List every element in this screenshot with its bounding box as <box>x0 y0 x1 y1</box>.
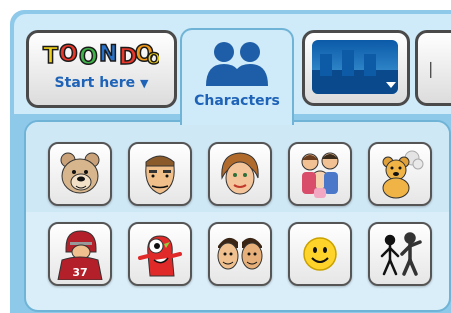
bear-face-icon <box>60 152 100 194</box>
teddy-bear-icon <box>382 150 424 199</box>
svg-text:O: O <box>59 42 78 67</box>
two-faces-icon <box>217 237 263 270</box>
stick-figures-icon <box>380 232 422 276</box>
football-player-character-button[interactable]: 37 <box>48 222 112 286</box>
start-here-text: Start here <box>54 75 136 91</box>
red-monster-character-button[interactable] <box>128 222 192 286</box>
people-icon <box>206 42 268 86</box>
red-monster-icon <box>138 235 182 277</box>
svg-text:N: N <box>99 42 117 67</box>
dropdown-arrow-icon: ▼ <box>139 77 149 90</box>
bear-character-button[interactable] <box>48 142 112 206</box>
stick-figures-character-button[interactable] <box>368 222 432 286</box>
props-button[interactable]: ❘ <box>415 30 451 106</box>
start-here-label: Start here ▼ <box>29 75 174 91</box>
woman-face-icon <box>221 152 259 195</box>
props-icon: ❘ <box>424 59 438 78</box>
svg-text:O: O <box>147 49 159 68</box>
two-faces-character-button[interactable] <box>208 222 272 286</box>
family-character-button[interactable] <box>288 142 352 206</box>
background-picker-button[interactable] <box>302 30 410 106</box>
characters-panel: 37 <box>24 120 451 312</box>
svg-text:O: O <box>79 45 98 70</box>
tough-guy-character-button[interactable] <box>128 142 192 206</box>
smiley-face-icon <box>303 237 337 271</box>
woman-character-button[interactable] <box>208 142 272 206</box>
tab-characters-label: Characters <box>194 93 280 109</box>
teddy-bear-character-button[interactable] <box>368 142 432 206</box>
svg-text:T: T <box>43 44 58 69</box>
start-here-button[interactable]: T O O N D O O Start here ▼ <box>26 30 177 108</box>
jersey-number-label: 37 <box>72 266 87 279</box>
tab-characters[interactable]: Characters <box>180 28 294 125</box>
family-group-icon <box>301 152 339 198</box>
smiley-character-button[interactable] <box>288 222 352 286</box>
football-player-icon: 37 <box>57 230 103 280</box>
character-picker-window: T O O N D O O Start here ▼ Characters ❘ … <box>0 0 451 313</box>
background-thumbnail-icon <box>312 40 398 94</box>
man-face-icon <box>145 155 175 195</box>
toondoo-logo: T O O N D O O <box>42 41 159 71</box>
